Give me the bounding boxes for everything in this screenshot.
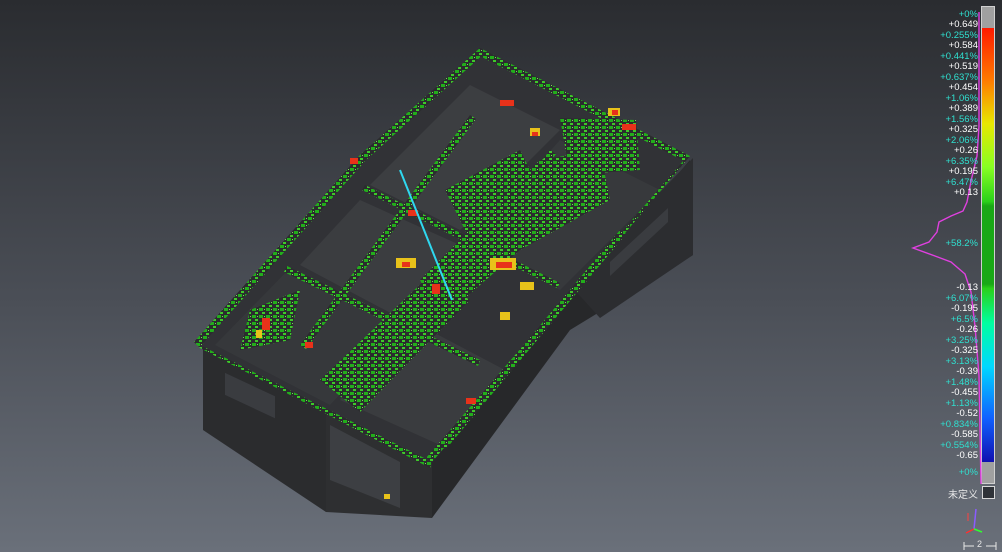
scale-value-label: +0.325 (948, 124, 978, 136)
undefined-label: 未定义 (948, 490, 978, 501)
scale-value-label: -0.195 (951, 303, 978, 315)
scale-overflow-top (981, 6, 995, 28)
scale-value-label: +0.454 (948, 82, 978, 94)
scale-value-label: +0.13 (953, 187, 978, 199)
scale-value-label: -0.13 (956, 282, 978, 294)
scale-overflow-bottom (981, 462, 995, 484)
scale-percent-label: +1.56% (945, 113, 979, 125)
scale-percent-label: +6.07% (945, 292, 979, 304)
scale-value-label: -0.52 (956, 408, 978, 420)
scale-bar-legend: 2 (962, 539, 1000, 551)
scale-percent-label: +6.35% (945, 155, 979, 167)
scale-percent-label: +0.441% (940, 50, 978, 62)
scale-percent-label: +0% (958, 467, 978, 479)
scale-value-label: -0.585 (951, 429, 978, 441)
scale-value-label: -0.65 (956, 450, 978, 462)
scale-value-label: -0.26 (956, 324, 978, 336)
scale-percent-label: +0.637% (940, 71, 978, 83)
undefined-toggle-row[interactable]: 未定义 (944, 486, 1000, 501)
scale-percent-label: +2.06% (945, 134, 979, 146)
scale-percent-label: +0.834% (940, 418, 978, 430)
scale-percent-label: +1.13% (945, 397, 979, 409)
scale-percent-label: +0.554% (940, 439, 978, 451)
scale-percent-label: +58.2% (945, 238, 979, 250)
scale-value-label: +0.519 (948, 61, 978, 73)
scale-percent-label: +6.5% (950, 313, 978, 325)
scale-value-label: -0.39 (956, 366, 978, 378)
scale-percent-label: +6.47% (945, 176, 979, 188)
scale-value-label: -0.455 (951, 387, 978, 399)
scale-value-label: +0.195 (948, 166, 978, 178)
3d-viewport[interactable] (0, 0, 1002, 552)
scale-percent-label: +1.06% (945, 92, 979, 104)
scale-gradient (981, 28, 995, 462)
xyz-axis-triad-icon (965, 508, 983, 534)
scale-percent-label: +0% (958, 8, 978, 20)
scale-percent-label: +0.255% (940, 29, 978, 41)
scale-value-label: +0.584 (948, 40, 978, 52)
scale-percent-label: +1.48% (945, 376, 979, 388)
undefined-checkbox[interactable] (982, 486, 995, 499)
building-model[interactable] (194, 48, 693, 518)
scale-value-label: +0.26 (953, 145, 978, 157)
scale-value-label: -0.325 (951, 345, 978, 357)
scale-bar-value: 2 (977, 539, 983, 549)
scale-value-label: +0.389 (948, 103, 978, 115)
scale-percent-label: +3.25% (945, 334, 979, 346)
scale-percent-label: +3.13% (945, 355, 979, 367)
deviation-color-scale (981, 6, 995, 484)
scale-value-label: +0.649 (948, 19, 978, 31)
